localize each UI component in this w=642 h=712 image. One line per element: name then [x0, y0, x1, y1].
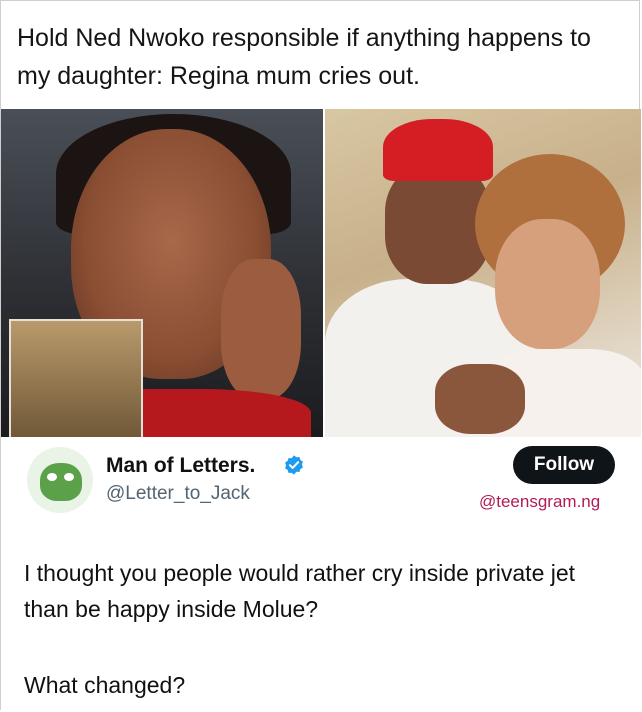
tweet-body: I thought you people would rather cry in… [24, 560, 576, 622]
user-handle[interactable]: @Letter_to_Jack [106, 483, 250, 505]
inset-couple-photo [9, 319, 143, 437]
avatar[interactable] [27, 447, 93, 513]
couple-photo [325, 109, 641, 437]
hand-shape [221, 259, 301, 399]
tweet-body-followup: What changed? [24, 672, 186, 698]
crying-woman-photo [1, 109, 323, 437]
eye-right [64, 473, 74, 481]
follow-button[interactable]: Follow [513, 446, 615, 484]
frog-avatar-icon [40, 463, 82, 501]
watermark-text: @teensgram.ng [479, 492, 601, 511]
red-cap-shape [383, 119, 493, 181]
lady-face-shape [495, 219, 600, 349]
tweet-card: Man of Letters. @Letter_to_Jack Follow @… [1, 437, 641, 711]
display-name[interactable]: Man of Letters. [106, 454, 255, 478]
headline-text: Hold Ned Nwoko responsible if anything h… [17, 24, 591, 90]
post-frame: Hold Ned Nwoko responsible if anything h… [0, 0, 641, 711]
hands-shape [435, 364, 525, 434]
verified-badge-icon [285, 455, 303, 475]
eye-left [47, 473, 57, 481]
